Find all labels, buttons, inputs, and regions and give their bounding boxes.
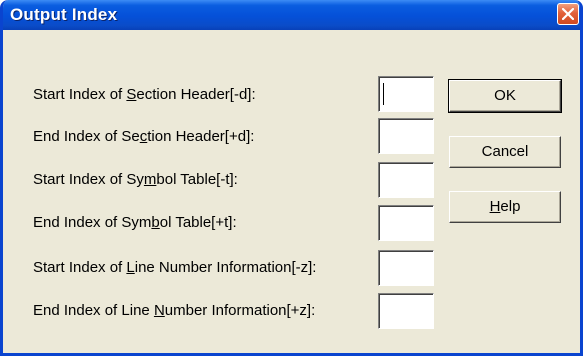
label-accelerator: S bbox=[126, 86, 137, 103]
label-start-symbol-table: Start Index of Symbol Table[-t]: bbox=[33, 171, 238, 189]
cancel-button-label: Cancel bbox=[481, 143, 529, 160]
help-button[interactable]: Help bbox=[449, 191, 561, 223]
label-text: ol Table[+t]: bbox=[159, 214, 237, 231]
label-accelerator: N bbox=[153, 302, 165, 319]
start-symbol-table-input[interactable] bbox=[378, 162, 434, 198]
end-line-number-input[interactable] bbox=[378, 293, 434, 329]
label-text: bol Table[-t]: bbox=[156, 171, 238, 188]
cancel-button[interactable]: Cancel bbox=[449, 136, 561, 168]
label-text: Start Index of bbox=[33, 86, 127, 103]
help-button-label: elp bbox=[500, 198, 521, 215]
ok-button[interactable]: OK bbox=[448, 79, 562, 113]
dialog-title: Output Index bbox=[10, 5, 118, 24]
label-text: Start Index of bbox=[33, 259, 127, 276]
end-section-header-input[interactable] bbox=[378, 118, 434, 154]
start-line-number-input[interactable] bbox=[378, 250, 434, 286]
close-button[interactable] bbox=[557, 3, 579, 25]
output-index-dialog: Output Index Start Index of Section Head… bbox=[0, 0, 583, 356]
label-text: ine Number Information[-z]: bbox=[134, 259, 317, 276]
label-text: Start Index of Sy bbox=[33, 171, 144, 188]
label-text: tion Header[+d]: bbox=[147, 128, 255, 145]
text-caret bbox=[383, 83, 384, 105]
label-end-symbol-table: End Index of Symbol Table[+t]: bbox=[33, 214, 237, 232]
label-accelerator: L bbox=[126, 259, 135, 276]
label-text: ection Header[-d]: bbox=[136, 86, 256, 103]
label-end-line-number: End Index of Line Number Information[+z]… bbox=[33, 302, 315, 320]
start-section-header-input[interactable] bbox=[378, 76, 434, 112]
label-text: End Index of Se bbox=[33, 128, 140, 145]
label-accelerator: b bbox=[151, 214, 160, 231]
label-accelerator: m bbox=[143, 171, 157, 188]
label-text: End Index of Line bbox=[33, 302, 154, 319]
end-symbol-table-input[interactable] bbox=[378, 205, 434, 241]
ok-button-label: OK bbox=[494, 87, 516, 104]
label-end-section-header: End Index of Section Header[+d]: bbox=[33, 128, 254, 146]
close-icon bbox=[562, 8, 574, 20]
title-bar[interactable]: Output Index bbox=[3, 0, 580, 30]
label-text: umber Information[+z]: bbox=[164, 302, 316, 319]
label-text: End Index of Sym bbox=[33, 214, 152, 231]
help-accelerator: H bbox=[489, 198, 501, 215]
label-start-section-header: Start Index of Section Header[-d]: bbox=[33, 86, 256, 104]
label-start-line-number: Start Index of Line Number Information[-… bbox=[33, 259, 316, 277]
